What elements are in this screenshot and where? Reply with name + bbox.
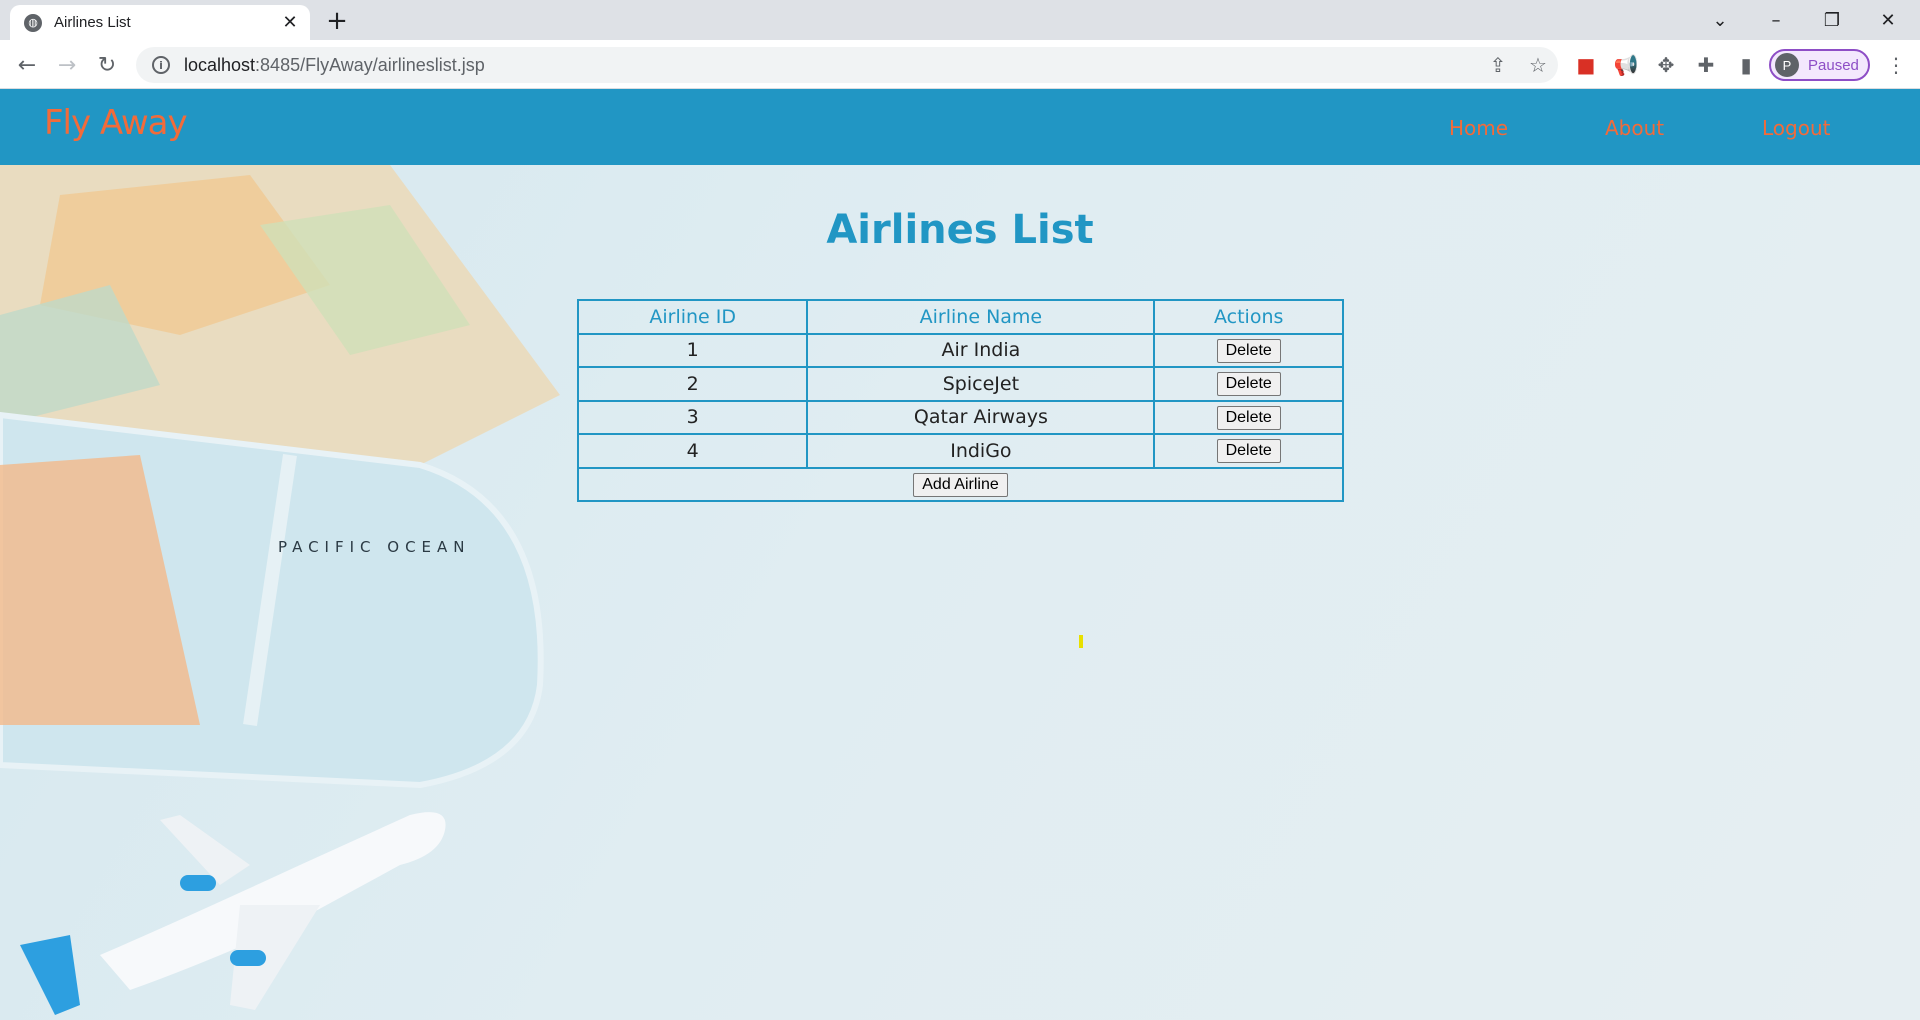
side-panel-icon[interactable]: ▮ <box>1728 48 1764 82</box>
map-ocean-label: PACIFIC OCEAN <box>278 538 471 556</box>
browser-tab[interactable]: ◍ Airlines List ✕ <box>10 5 310 40</box>
airplane-wing <box>160 815 250 885</box>
actions-cell: Delete <box>1153 433 1344 469</box>
avatar: P <box>1775 53 1799 77</box>
back-icon[interactable]: ← <box>10 48 44 82</box>
delete-button[interactable]: Delete <box>1216 338 1281 363</box>
airline-name-cell: Air India <box>806 332 1156 368</box>
nav-home-link[interactable]: Home <box>1449 116 1508 140</box>
column-header-airline-name: Airline Name <box>806 299 1156 335</box>
tab-search-icon[interactable]: ⌄ <box>1692 0 1748 40</box>
delete-button[interactable]: Delete <box>1216 372 1281 397</box>
airplane-engine <box>180 875 216 891</box>
restore-button[interactable]: ❐ <box>1804 0 1860 40</box>
table-footer-row: Add Airline <box>577 466 1344 502</box>
airplane-tail <box>20 935 80 1015</box>
column-header-actions: Actions <box>1153 299 1344 335</box>
forward-icon[interactable]: → <box>50 48 84 82</box>
page-body: PACIFIC OCEAN Fly Away Home About Logout… <box>0 89 1920 1020</box>
text-cursor-marker <box>1079 635 1083 648</box>
airline-id-cell: 3 <box>576 399 809 435</box>
airplane-engine <box>230 950 266 966</box>
airline-name-cell: SpiceJet <box>806 366 1156 402</box>
close-icon[interactable]: ✕ <box>280 12 300 33</box>
delete-button[interactable]: Delete <box>1216 405 1281 430</box>
actions-cell: Delete <box>1153 332 1344 368</box>
reload-icon[interactable]: ↻ <box>90 48 124 82</box>
menu-kebab-icon[interactable]: ⋮ <box>1878 48 1914 82</box>
travel-background-image: PACIFIC OCEAN <box>0 165 560 1015</box>
brand-logo[interactable]: Fly Away <box>44 103 188 143</box>
tab-title: Airlines List <box>54 14 131 31</box>
airline-id-cell: 4 <box>576 433 809 469</box>
info-icon[interactable]: i <box>152 56 170 74</box>
airline-name-cell: Qatar Airways <box>806 399 1156 435</box>
bookmark-star-icon[interactable]: ☆ <box>1518 47 1558 83</box>
actions-cell: Delete <box>1153 399 1344 435</box>
address-bar[interactable]: i localhost:8485/FlyAway/airlineslist.js… <box>136 47 1558 83</box>
airplane-toy <box>20 812 446 1015</box>
airline-name-cell: IndiGo <box>806 433 1156 469</box>
page-title: Airlines List <box>826 207 1094 253</box>
add-airline-button[interactable]: Add Airline <box>913 472 1008 497</box>
table-row: 2 SpiceJet Delete <box>576 366 1344 402</box>
globe-icon: ◍ <box>24 13 42 32</box>
nav-logout-link[interactable]: Logout <box>1762 116 1830 140</box>
add-airline-cell: Add Airline <box>577 466 1344 502</box>
table-row: 3 Qatar Airways Delete <box>576 399 1344 435</box>
profile-button[interactable]: P Paused <box>1769 49 1870 81</box>
close-window-button[interactable]: ✕ <box>1860 0 1916 40</box>
actions-cell: Delete <box>1153 366 1344 402</box>
site-navbar: Fly Away Home About Logout <box>0 89 1920 165</box>
share-icon[interactable]: ⇪ <box>1478 47 1518 83</box>
column-header-airline-id: Airline ID <box>576 299 809 335</box>
extension-megaphone-icon[interactable]: 📢 <box>1608 48 1644 82</box>
nav-about-link[interactable]: About <box>1605 116 1664 140</box>
delete-button[interactable]: Delete <box>1216 439 1281 464</box>
url-text[interactable]: localhost:8485/FlyAway/airlineslist.jsp <box>184 55 1478 76</box>
browser-tabstrip: ◍ Airlines List ✕ + ⌄ – ❐ ✕ <box>0 0 1920 40</box>
extensions-puzzle-icon[interactable]: ✚ <box>1688 48 1724 82</box>
extension-book-icon[interactable]: ■ <box>1568 48 1604 82</box>
airlines-table: Airline ID Airline Name Actions 1 Air In… <box>576 299 1344 502</box>
airline-id-cell: 2 <box>576 366 809 402</box>
table-row: 4 IndiGo Delete <box>576 433 1344 469</box>
table-header-row: Airline ID Airline Name Actions <box>576 299 1344 335</box>
table-row: 1 Air India Delete <box>576 332 1344 368</box>
airline-id-cell: 1 <box>576 332 809 368</box>
browser-toolbar: ← → ↻ i localhost:8485/FlyAway/airlinesl… <box>0 40 1920 89</box>
profile-status: Paused <box>1808 56 1859 74</box>
new-tab-button[interactable]: + <box>318 5 356 37</box>
extension-move-icon[interactable]: ✥ <box>1648 48 1684 82</box>
minimize-button[interactable]: – <box>1748 0 1804 40</box>
